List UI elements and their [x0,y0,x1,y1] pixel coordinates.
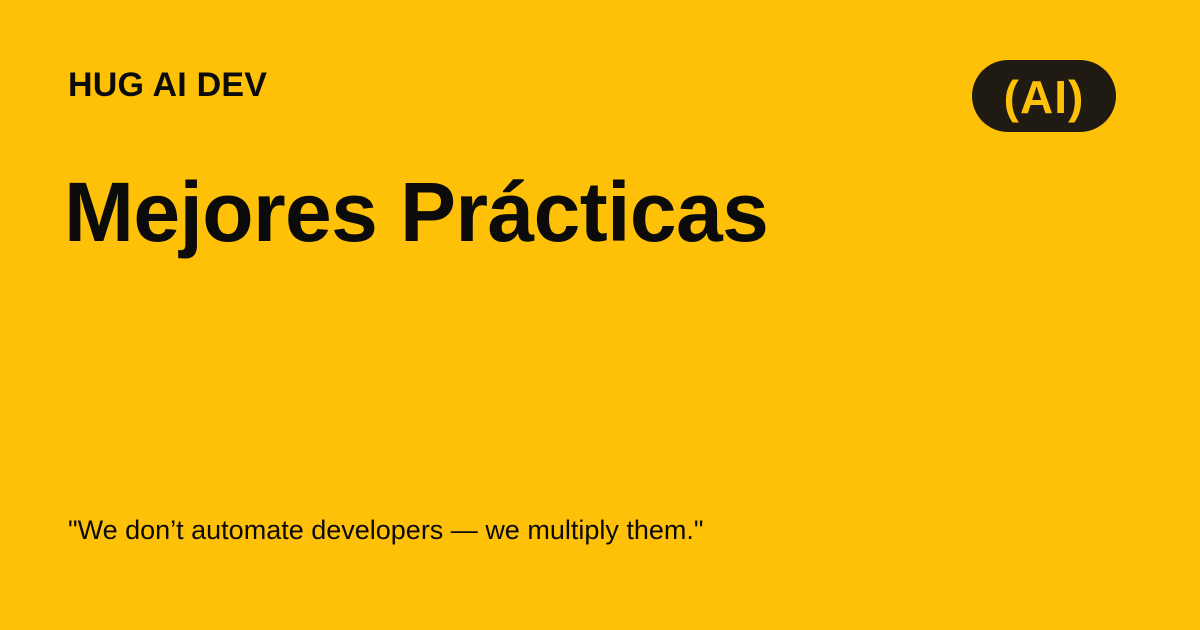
brand-title: HUG AI DEV [68,66,268,104]
ai-logo: (AI) [972,60,1116,132]
quote-text: "We don’t automate developers — we multi… [68,515,704,545]
page-title: Mejores Prácticas [64,165,769,259]
ai-logo-text: (AI) [1003,71,1085,123]
